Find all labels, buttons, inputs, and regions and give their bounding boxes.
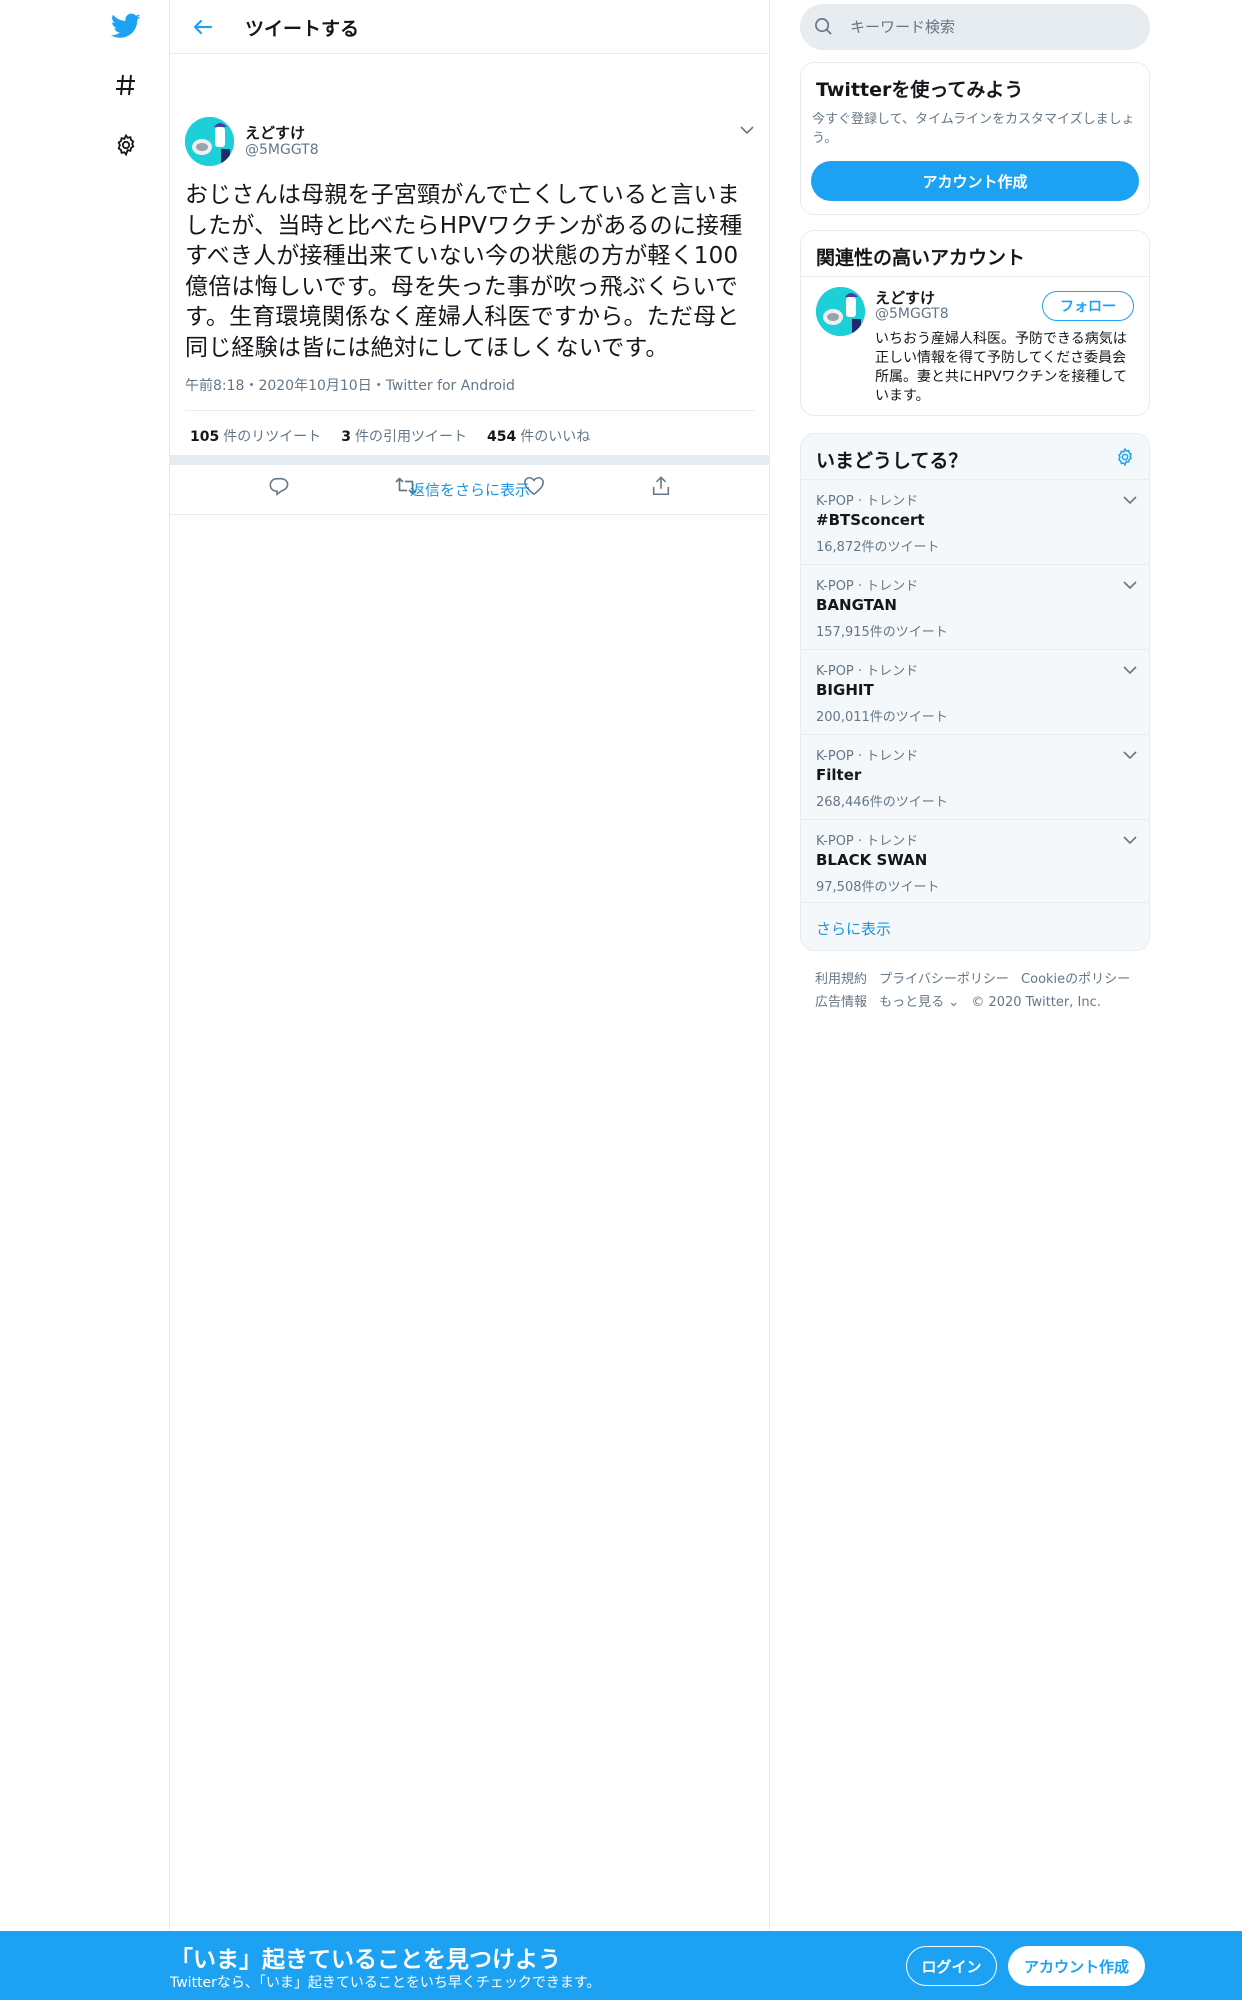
chevron-down-icon[interactable] xyxy=(1123,660,1137,679)
page-header: ツイートする xyxy=(170,0,769,54)
avatar[interactable] xyxy=(185,117,234,166)
trend-category: K-POP · トレンド xyxy=(816,579,919,594)
footer-link-privacy[interactable]: プライバシーポリシー xyxy=(879,968,1009,991)
signup-card: Twitterを使ってみよう 今すぐ登録して、タイムラインをカスタマイズしましょ… xyxy=(800,62,1150,215)
trend-name: #BTSconcert xyxy=(816,511,925,529)
chevron-down-icon[interactable] xyxy=(1123,490,1137,509)
trend-name: BIGHIT xyxy=(816,681,874,699)
like-count[interactable]: 454 件のいいね xyxy=(487,426,590,446)
trend-tweet-count: 97,508件のツイート xyxy=(816,880,940,895)
related-accounts-card: 関連性の高いアカウント えどすけ @5MGGT8 フォロー いちおう産婦人科医。… xyxy=(800,230,1150,416)
trend-tweet-count: 157,915件のツイート xyxy=(816,625,948,640)
trend-tweet-count: 268,446件のツイート xyxy=(816,795,948,810)
tweet-timestamp[interactable]: 午前8:18・2020年10月10日・Twitter for Android xyxy=(185,375,515,395)
avatar[interactable] xyxy=(816,287,865,336)
search-box[interactable] xyxy=(800,4,1150,50)
show-more-trends-link[interactable]: さらに表示 xyxy=(801,902,1149,950)
signup-card-description: 今すぐ登録して、タイムラインをカスタマイズしましょう。 xyxy=(812,112,1135,146)
trends-title: いまどうしてる？ xyxy=(816,450,968,472)
related-account-bio: いちおう産婦人科医。予防できる病気は正しい情報を得て予防してくださ委員会所属。妻… xyxy=(875,331,1128,404)
trend-category: K-POP · トレンド xyxy=(816,749,919,764)
trend-item[interactable]: K-POP · トレンド #BTSconcert 16,872件のツイート xyxy=(801,479,1149,564)
chevron-down-icon[interactable] xyxy=(1123,830,1137,849)
chevron-down-icon[interactable] xyxy=(737,120,757,140)
related-accounts-title: 関連性の高いアカウント xyxy=(816,247,1026,269)
tweet-text: おじさんは母親を子宮頸がんで亡くしていると言いましたが、当時と比べたらHPVワク… xyxy=(185,182,743,361)
chevron-down-icon[interactable] xyxy=(1123,745,1137,764)
trend-item[interactable]: K-POP · トレンド BANGTAN 157,915件のツイート xyxy=(801,564,1149,649)
gear-icon[interactable] xyxy=(104,123,148,167)
hashtag-icon[interactable] xyxy=(104,63,148,107)
footer-copyright: © 2020 Twitter, Inc. xyxy=(971,995,1101,1010)
trend-name: BANGTAN xyxy=(816,596,897,614)
trend-category: K-POP · トレンド xyxy=(816,494,919,509)
divider xyxy=(801,276,1149,277)
login-button[interactable]: ログイン xyxy=(906,1946,997,1986)
author-name[interactable]: えどすけ xyxy=(245,122,305,143)
trend-item[interactable]: K-POP · トレンド BLACK SWAN 97,508件のツイート xyxy=(801,819,1149,904)
quote-tweet-count[interactable]: 3 件の引用ツイート xyxy=(341,426,467,446)
footer-link-cookies[interactable]: Cookieのポリシー xyxy=(1021,968,1130,991)
follow-button[interactable]: フォロー xyxy=(1042,291,1134,321)
footer: 利用規約 プライバシーポリシー Cookieのポリシー 広告情報 もっと見る ⌄… xyxy=(815,968,1145,1014)
trend-tweet-count: 200,011件のツイート xyxy=(816,710,948,725)
trend-item[interactable]: K-POP · トレンド BIGHIT 200,011件のツイート xyxy=(801,649,1149,734)
author-handle[interactable]: @5MGGT8 xyxy=(245,142,319,158)
trend-name: Filter xyxy=(816,766,862,784)
search-input[interactable] xyxy=(850,4,1130,50)
bottom-bar-title: 「いま」起きていることを見つけよう xyxy=(170,1947,561,1973)
related-account-name[interactable]: えどすけ xyxy=(875,287,935,308)
back-arrow-icon[interactable] xyxy=(188,12,218,42)
main-column: ツイートする えどすけ @5MGGT8 おじさんは母親を子宮頸がんで亡くしている… xyxy=(170,0,770,2000)
trend-category: K-POP · トレンド xyxy=(816,834,919,849)
trend-tweet-count: 16,872件のツイート xyxy=(816,540,940,555)
section-divider xyxy=(170,455,770,465)
footer-link-more[interactable]: もっと見る ⌄ xyxy=(879,991,959,1014)
bottom-bar-subtitle: Twitterなら、「いま」起きていることをいち早くチェックできます。 xyxy=(170,1975,601,1991)
bottom-signup-bar: 「いま」起きていることを見つけよう Twitterなら、「いま」起きていることを… xyxy=(0,1931,1242,2000)
signup-card-title: Twitterを使ってみよう xyxy=(816,79,1024,101)
nav-rail xyxy=(0,0,170,2000)
footer-link-terms[interactable]: 利用規約 xyxy=(815,968,867,991)
trend-name: BLACK SWAN xyxy=(816,851,928,869)
twitter-logo-icon[interactable] xyxy=(104,4,148,48)
related-account-handle[interactable]: @5MGGT8 xyxy=(875,306,949,322)
search-icon xyxy=(814,17,833,40)
trends-card: いまどうしてる？ K-POP · トレンド #BTSconcert 16,872… xyxy=(800,433,1150,951)
chevron-down-icon[interactable] xyxy=(1123,575,1137,594)
signup-button[interactable]: アカウント作成 xyxy=(1008,1946,1145,1986)
tweet-stats: 105 件のリツイート 3 件の引用ツイート 454 件のいいね xyxy=(185,410,755,461)
footer-link-ads-info[interactable]: 広告情報 xyxy=(815,991,867,1014)
show-more-replies-link[interactable]: 返信をさらに表示 xyxy=(170,465,770,515)
trend-category: K-POP · トレンド xyxy=(816,664,919,679)
trend-item[interactable]: K-POP · トレンド Filter 268,446件のツイート xyxy=(801,734,1149,819)
retweet-count[interactable]: 105 件のリツイート xyxy=(190,426,321,446)
trends-settings-gear-icon[interactable] xyxy=(1115,447,1135,471)
create-account-button[interactable]: アカウント作成 xyxy=(811,161,1139,201)
page-title: ツイートする xyxy=(245,18,360,40)
